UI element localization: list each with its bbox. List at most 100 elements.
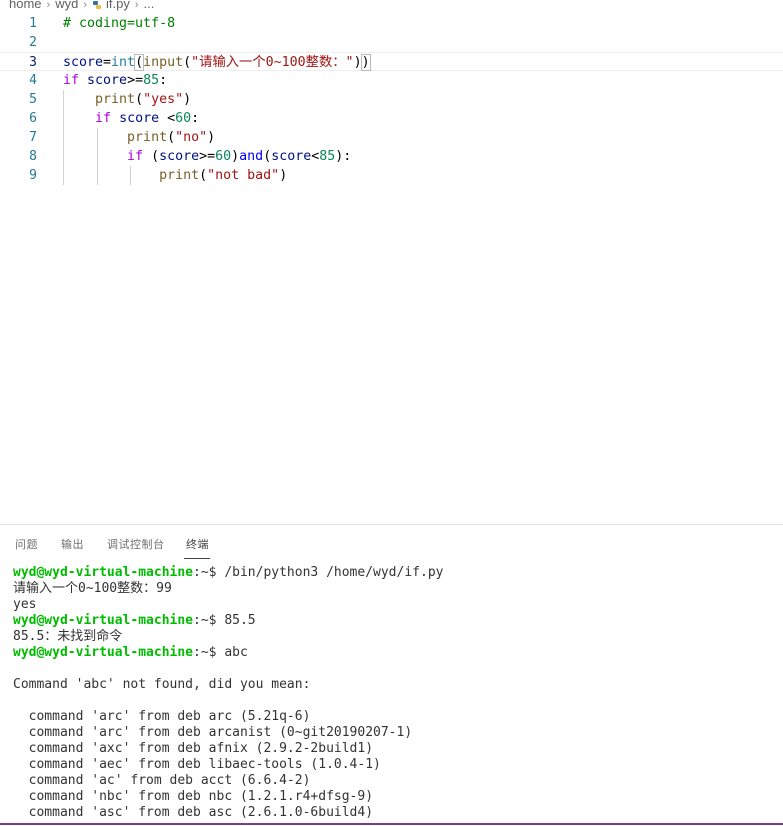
code-token: print	[95, 92, 136, 107]
active-tab-indicator	[184, 558, 210, 559]
code-token: (	[263, 149, 272, 164]
tab-problems[interactable]: 问题	[15, 536, 38, 552]
breadcrumb-item-file[interactable]: if.py	[106, 0, 130, 11]
code-line[interactable]: 2	[0, 33, 783, 52]
chevron-right-icon: ›	[134, 0, 139, 11]
code-token: ):	[335, 149, 352, 164]
code-line[interactable]: 4 if score>=85:	[0, 71, 783, 90]
line-number: 8	[29, 149, 37, 164]
code-token: (	[167, 130, 176, 145]
panel-tabs: 问题 输出 调试控制台 终端	[0, 525, 783, 559]
terminal-line: wyd@wyd-virtual-machine:~$ /bin/python3 …	[13, 565, 778, 581]
code-token: "yes"	[143, 92, 184, 107]
terminal-line: command 'arc' from deb arc (5.21q-6)	[13, 709, 311, 724]
line-number: 5	[29, 92, 37, 107]
code-token: )	[183, 92, 192, 107]
line-number: 4	[29, 73, 37, 88]
python-file-icon	[93, 0, 101, 9]
code-token: )	[279, 168, 288, 183]
terminal-prompt: wyd@wyd-virtual-machine	[13, 565, 194, 580]
code-token: print	[159, 168, 200, 183]
breadcrumb-item-more[interactable]: ...	[144, 0, 155, 11]
code-line[interactable]: 6 if score <60:	[0, 109, 783, 128]
code-token: =	[103, 55, 112, 70]
code-token: (	[135, 92, 144, 107]
line-number: 3	[29, 55, 37, 70]
code-line[interactable]: 5 print("yes")	[0, 90, 783, 109]
terminal-command: :~$ 85.5	[193, 613, 256, 628]
terminal-line: 85.5：未找到命令	[13, 629, 123, 644]
code-token: score	[87, 73, 128, 88]
code-token: (	[183, 55, 192, 70]
code-token: 85	[319, 149, 336, 164]
terminal-line: command 'asc' from deb asc (2.6.1.0-6bui…	[13, 805, 374, 820]
code-token: )	[353, 55, 362, 70]
code-text: print("yes")	[63, 90, 191, 109]
terminal-prompt: wyd@wyd-virtual-machine	[13, 645, 194, 660]
line-number: 2	[29, 35, 37, 50]
code-token: 85	[143, 73, 160, 88]
code-token: # coding=utf-8	[63, 16, 176, 31]
breadcrumb: home › wyd › if.py ›...	[0, 0, 783, 12]
line-number: 6	[29, 111, 37, 126]
code-text: # coding=utf-8	[63, 14, 175, 33]
tab-terminal[interactable]: 终端	[186, 536, 209, 552]
terminal-line: command 'arc' from deb arcanist (0~git20…	[13, 725, 413, 740]
chevron-right-icon: ›	[83, 0, 87, 11]
code-token: "not bad"	[207, 168, 280, 183]
code-text: if score>=85:	[63, 71, 167, 90]
terminal-command: :~$ abc	[193, 645, 248, 660]
code-token: >=	[199, 149, 216, 164]
code-token: score	[119, 111, 160, 126]
line-number: 7	[29, 130, 37, 145]
code-text: score=int(input("请输入一个0~100整数："))	[63, 53, 371, 72]
code-token: (	[134, 54, 145, 71]
terminal-line: command 'ac' from deb acct (6.6.4-2)	[13, 773, 311, 788]
terminal-line: command 'nbc' from deb nbc (1.2.1.r4+dfs…	[13, 789, 374, 804]
code-token: (	[199, 168, 208, 183]
tab-debug-console[interactable]: 调试控制台	[107, 536, 165, 552]
code-token: score	[63, 55, 104, 70]
code-line[interactable]: 3 score=int(input("请输入一个0~100整数："))	[0, 52, 783, 71]
code-text: if (score>=60)and(score<85):	[63, 147, 351, 166]
code-line[interactable]: 7 print("no")	[0, 128, 783, 147]
tab-output[interactable]: 输出	[61, 536, 84, 552]
code-token: (	[143, 149, 160, 164]
line-number: 9	[29, 168, 37, 183]
code-token: if	[63, 73, 80, 88]
indent-guide	[130, 166, 131, 185]
code-token: 60	[215, 149, 232, 164]
code-token: )	[360, 54, 371, 71]
code-token: print	[127, 130, 168, 145]
code-token: and	[239, 149, 264, 164]
code-token: <	[159, 111, 176, 126]
terminal-command: :~$ /bin/python3 /home/wyd/if.py	[193, 565, 444, 580]
terminal-line: wyd@wyd-virtual-machine:~$ 85.5	[13, 613, 778, 629]
code-line[interactable]: 9 print("not bad")	[0, 166, 783, 185]
terminal-line: command 'axc' from deb afnix (2.9.2-2bui…	[13, 741, 374, 756]
breadcrumb-item-home[interactable]: home	[9, 0, 42, 11]
bottom-panel: 问题 输出 调试控制台 终端 wyd@wyd-virtual-machine:~…	[0, 524, 783, 826]
code-line[interactable]: 8 if (score>=60)and(score<85):	[0, 147, 783, 166]
code-token: )	[231, 149, 240, 164]
code-line[interactable]: 1 # coding=utf-8	[0, 14, 783, 33]
terminal-line: 请输入一个0~100整数：99	[13, 581, 172, 596]
terminal-line: Command 'abc' not found, did you mean:	[13, 677, 311, 692]
code-text: if score <60:	[63, 109, 199, 128]
code-token: score	[159, 149, 200, 164]
terminal-line: wyd@wyd-virtual-machine:~$ abc	[13, 645, 778, 661]
indent-guide	[63, 90, 64, 185]
code-token: if	[95, 111, 112, 126]
terminal-output[interactable]: wyd@wyd-virtual-machine:~$ /bin/python3 …	[13, 565, 778, 821]
code-token: int	[111, 55, 136, 70]
chevron-right-icon: ›	[46, 0, 51, 11]
code-token: )	[207, 130, 216, 145]
terminal-line: yes	[13, 597, 37, 612]
breadcrumb-item-wyd[interactable]: wyd	[55, 0, 78, 11]
